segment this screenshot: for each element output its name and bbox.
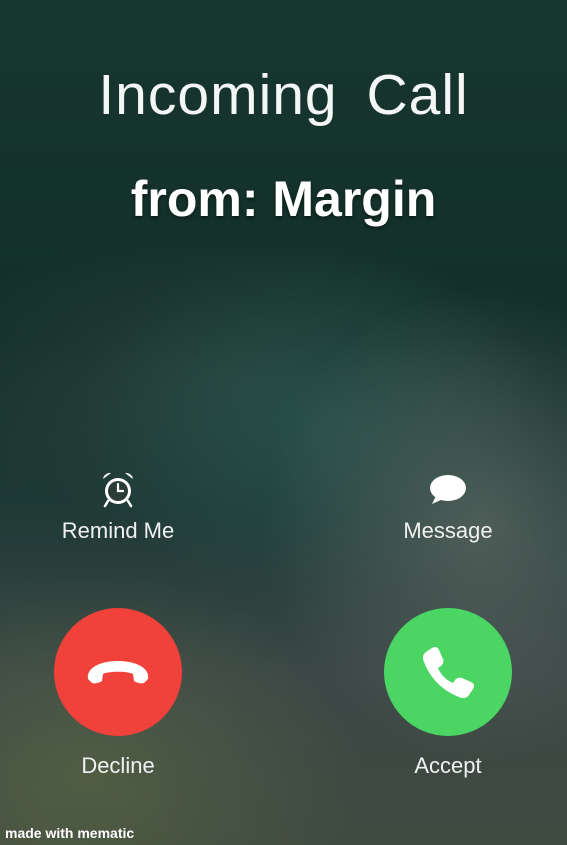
phone-icon xyxy=(422,646,475,699)
decline-circle[interactable] xyxy=(54,608,182,736)
remind-me-button[interactable]: Remind Me xyxy=(28,470,208,550)
phone-hangup-icon xyxy=(87,661,149,684)
message-button[interactable]: Message xyxy=(358,470,538,550)
accept-button[interactable]: Accept xyxy=(358,608,538,783)
decline-label: Decline xyxy=(81,753,155,778)
remind-me-label: Remind Me xyxy=(61,518,175,543)
accept-label: Accept xyxy=(414,753,482,778)
watermark: made with mematic xyxy=(5,825,135,841)
decline-button[interactable]: Decline xyxy=(28,608,208,783)
caller-name: from: Margin xyxy=(130,171,437,227)
accept-circle[interactable] xyxy=(384,608,512,736)
alarm-clock-icon xyxy=(103,472,133,508)
speech-bubble-icon xyxy=(430,475,466,504)
call-title: Incoming Call xyxy=(98,63,469,127)
message-label: Message xyxy=(403,518,493,543)
